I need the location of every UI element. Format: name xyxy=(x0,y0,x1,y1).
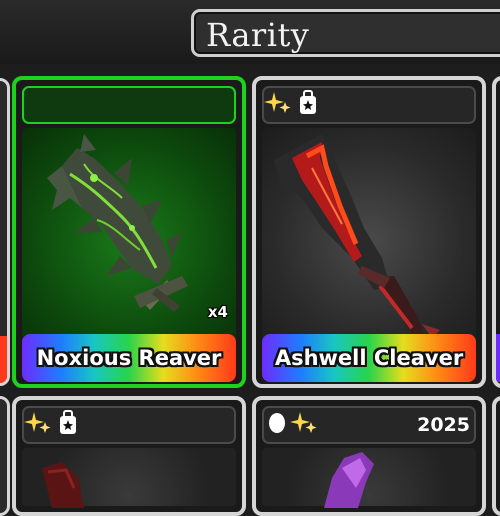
card-header xyxy=(22,86,236,124)
item-name: Noxious Reaver xyxy=(36,346,222,370)
weapon-image xyxy=(42,462,84,508)
item-name: Ashwell Cleaver xyxy=(274,346,464,370)
weapon-image xyxy=(324,452,374,508)
sparkle-icon xyxy=(290,410,318,440)
item-card-row2-left[interactable] xyxy=(12,396,246,516)
item-quantity: x4 xyxy=(207,303,228,321)
name-bar xyxy=(496,334,500,382)
sparkle-icon xyxy=(24,410,52,440)
ashwell-cleaver-image xyxy=(274,134,440,338)
egg-icon xyxy=(268,410,286,438)
rarity-label: Rarity xyxy=(206,16,310,54)
item-card-ashwell-cleaver[interactable]: Ashwell Cleaver xyxy=(252,76,486,388)
card-header xyxy=(22,406,236,444)
card-image-area xyxy=(262,448,476,508)
sparkle-icon xyxy=(264,90,292,120)
rarity-sort-dropdown[interactable]: Rarity xyxy=(191,9,500,57)
chroma-tag-icon xyxy=(298,89,318,119)
card-header xyxy=(262,86,476,124)
item-card-noxious-reaver[interactable]: x4 Noxious Reaver xyxy=(12,76,246,388)
card-image-area xyxy=(22,448,236,508)
item-card-partial-right-row2[interactable] xyxy=(492,396,500,516)
item-card-partial-right[interactable] xyxy=(492,76,500,388)
top-bar: Rarity xyxy=(0,0,500,64)
item-year: 2025 xyxy=(417,414,470,436)
chroma-tag-icon xyxy=(58,409,78,439)
item-card-partial-left-row2[interactable] xyxy=(0,396,10,516)
item-card-partial-left[interactable] xyxy=(0,78,10,386)
name-bar xyxy=(0,336,7,383)
item-card-row2-right[interactable]: 2025 xyxy=(252,396,486,516)
item-name-bar: Noxious Reaver xyxy=(22,334,236,382)
item-name-bar: Ashwell Cleaver xyxy=(262,334,476,382)
